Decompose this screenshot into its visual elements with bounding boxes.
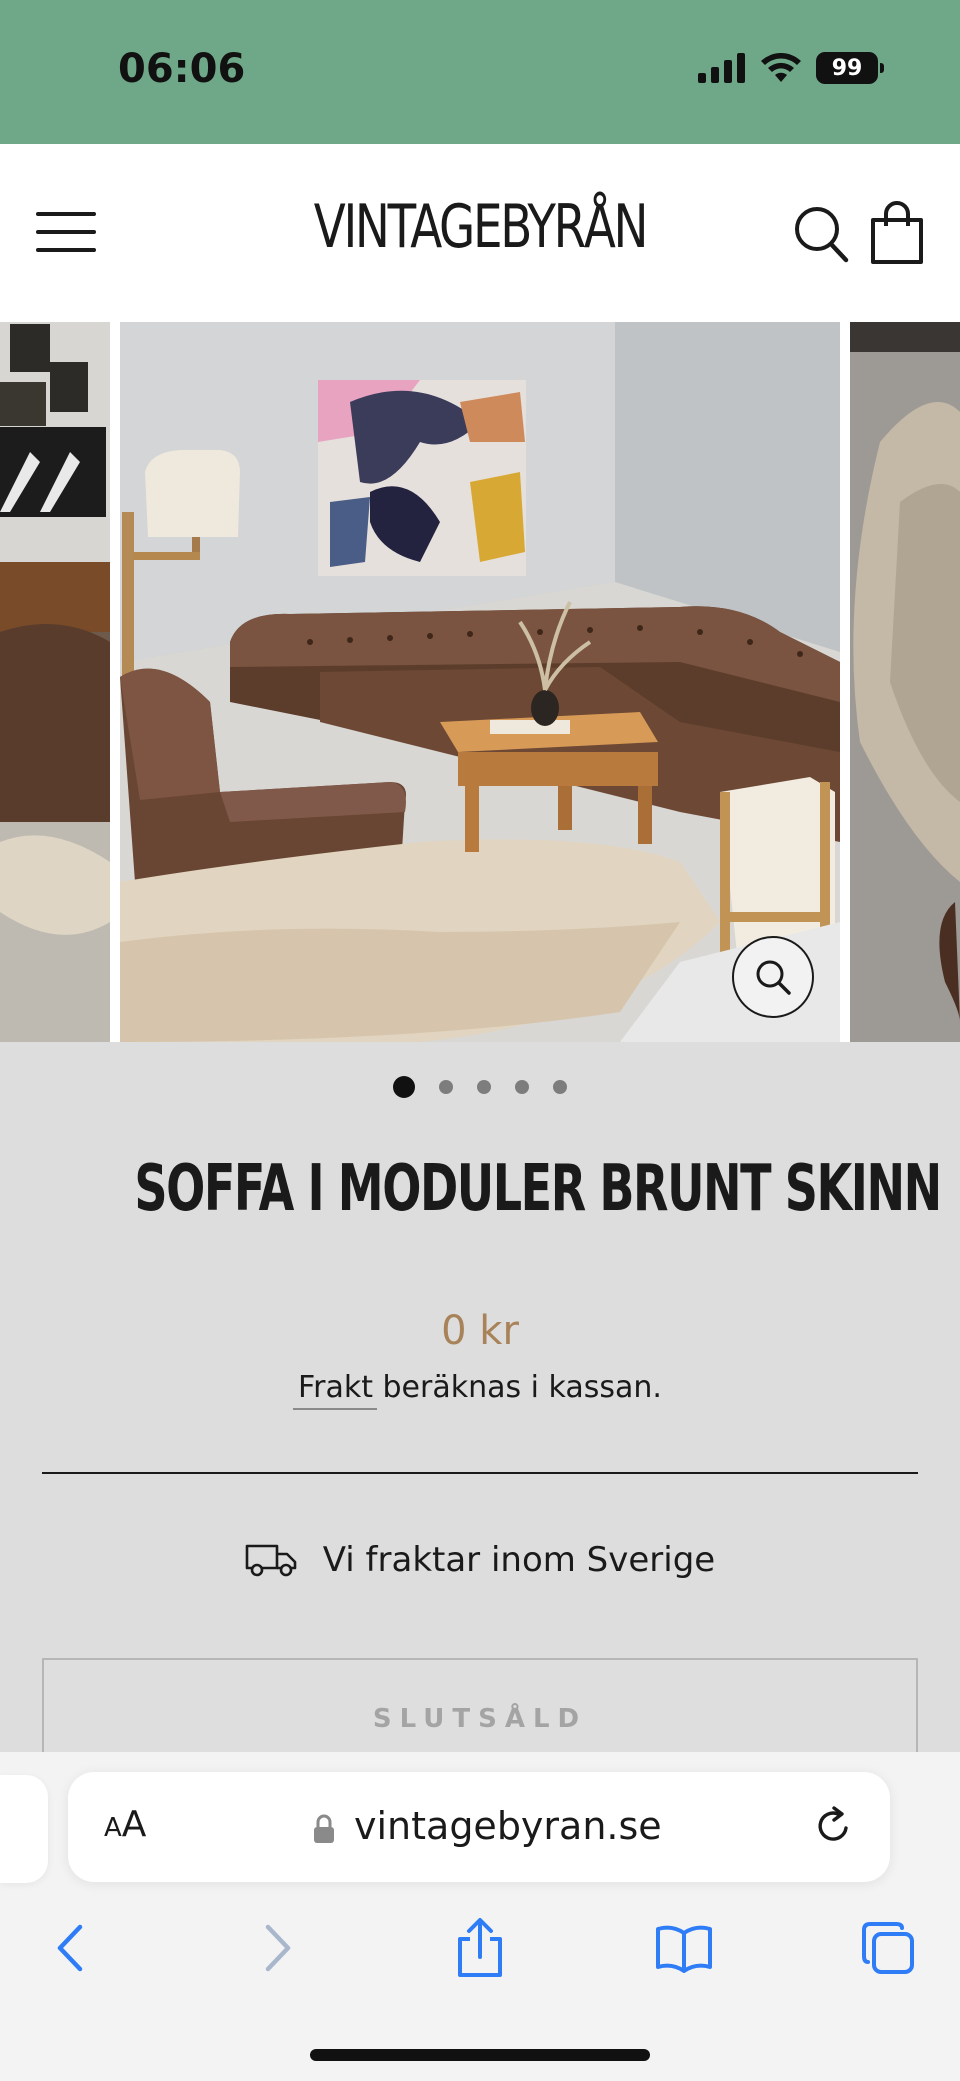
lock-icon [314,1814,334,1843]
address-bar[interactable]: AA vintagebyran.se [68,1772,890,1882]
gallery-dot[interactable] [553,1080,567,1094]
text-size-small: A [104,1813,122,1843]
product-price: 0 kr [441,1308,519,1354]
text-size-button[interactable]: AA [104,1804,146,1845]
shipping-info: Vi fraktar inom Sverige [0,1540,960,1580]
gallery-dot[interactable] [393,1076,415,1098]
gallery-dot[interactable] [477,1080,491,1094]
home-indicator[interactable] [310,2049,650,2061]
site-header: VINTAGEBYRÅN [0,144,960,322]
back-button[interactable] [40,1918,100,1978]
truck-icon [245,1544,297,1577]
share-button[interactable] [450,1918,510,1978]
cellular-signal-icon [698,53,745,83]
gallery-dot[interactable] [515,1080,529,1094]
gallery-slide-next[interactable] [850,322,960,1042]
zoom-icon [756,960,791,995]
product-main-image [120,322,840,1042]
status-icons: 99 [698,52,884,84]
forward-button[interactable] [248,1918,308,1978]
next-product-image [850,322,960,1042]
previous-product-image [0,322,110,1042]
zoom-button[interactable] [732,936,814,1018]
reload-icon[interactable] [812,1804,856,1848]
share-icon [458,1918,502,1977]
status-bar: 06:06 99 [0,0,960,144]
tabs-button[interactable] [858,1918,918,1978]
site-logo[interactable]: VINTAGEBYRÅN [106,192,855,262]
divider [42,1472,918,1474]
tabs-icon [862,1922,914,1974]
menu-icon[interactable] [36,210,98,254]
shipping-link-underline [293,1408,377,1410]
sold-out-button[interactable]: SLUTSÅLD [42,1658,918,1758]
cart-icon[interactable] [868,200,926,266]
product-title: SOFFA I MODULER BRUNT SKINN [134,1152,942,1226]
bookmarks-button[interactable] [654,1918,714,1978]
previous-tab-preview[interactable] [0,1775,48,1883]
chevron-right-icon [265,1924,291,1972]
gallery-slide-main[interactable] [120,322,840,1042]
status-time: 06:06 [118,46,246,92]
shipping-note: Frakt beräknas i kassan. [0,1370,960,1405]
shipping-policy-link[interactable]: Frakt [298,1370,373,1405]
wifi-icon [761,53,801,82]
text-size-big: A [121,1804,147,1845]
gallery-dots [0,1076,960,1098]
shipping-note-text: beräknas i kassan. [372,1370,662,1405]
chevron-left-icon [57,1924,83,1972]
gallery-dot[interactable] [439,1080,453,1094]
sold-out-label: SLUTSÅLD [372,1704,588,1734]
url-text: vintagebyran.se [354,1804,662,1848]
gallery-slide-previous[interactable] [0,322,110,1042]
book-icon [656,1925,712,1973]
product-image-gallery[interactable] [0,322,960,1042]
battery-icon: 99 [816,52,884,84]
shipping-info-text: Vi fraktar inom Sverige [322,1540,716,1580]
search-icon[interactable] [792,204,850,264]
